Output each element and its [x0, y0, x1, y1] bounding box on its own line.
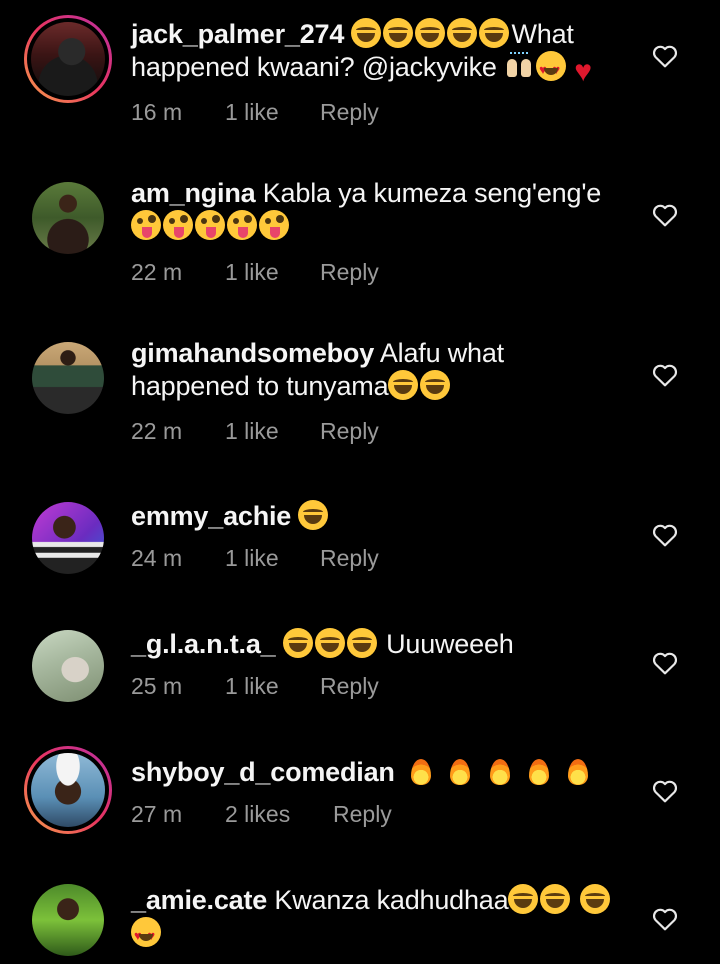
comment-likes[interactable]: 1 like: [225, 545, 320, 572]
comment-username[interactable]: _amie.cate: [131, 885, 267, 915]
comment-username[interactable]: emmy_achie: [131, 501, 291, 531]
heart-eyes-emoji-icon: [131, 917, 161, 952]
reply-button[interactable]: Reply: [320, 673, 379, 700]
zany-face-emoji-icon: [259, 210, 289, 240]
comment-time: 22 m: [131, 259, 183, 285]
laughing-emoji-icon: [447, 18, 478, 48]
laughing-emoji-icon: [388, 370, 419, 400]
reply-button[interactable]: Reply: [320, 418, 379, 445]
avatar-wrapper[interactable]: [24, 494, 112, 582]
avatar: [32, 502, 104, 574]
comment-body: am_ngina Kabla ya kumeza seng'eng'e: [131, 177, 621, 243]
comments-list: jack_palmer_274 What happened kwaani? @j…: [0, 0, 720, 956]
comment-body: shyboy_d_comedian: [131, 756, 621, 789]
comment-likes[interactable]: 2 likes: [225, 801, 333, 828]
avatar: [32, 630, 104, 702]
comment-meta: 22 m 1 like Reply: [131, 418, 379, 445]
avatar: [31, 753, 105, 827]
comment-likes[interactable]: 1 like: [225, 259, 320, 286]
heart-outline-icon[interactable]: [652, 523, 678, 547]
reply-button[interactable]: Reply: [320, 545, 379, 572]
laughing-emoji-icon: [579, 884, 610, 914]
avatar-story-ring[interactable]: [24, 15, 112, 103]
heart-eyes-emoji-icon: [536, 51, 567, 86]
heart-outline-icon[interactable]: [652, 363, 678, 387]
comment-time: 27 m: [131, 801, 183, 827]
fire-emoji-icon: [406, 756, 436, 786]
heart-outline-icon[interactable]: [652, 907, 678, 931]
laughing-emoji-icon: [415, 18, 446, 48]
reply-button[interactable]: Reply: [320, 259, 379, 286]
comment-body: jack_palmer_274 What happened kwaani? @j…: [131, 18, 621, 87]
laughing-emoji-icon: [314, 628, 345, 658]
laughing-emoji-icon: [346, 628, 377, 658]
comment-text: Uuuweeeh: [386, 629, 514, 659]
comment-username[interactable]: shyboy_d_comedian: [131, 757, 395, 787]
comment-username[interactable]: _g.l.a.n.t.a_: [131, 629, 276, 659]
fire-emoji-icon: [445, 756, 475, 786]
comment-username[interactable]: gimahandsomeboy: [131, 338, 374, 368]
comment-time: 24 m: [131, 545, 183, 571]
comment-meta: 24 m 1 like Reply: [131, 545, 379, 572]
avatar-wrapper[interactable]: [24, 876, 112, 964]
laughing-emoji-icon: [479, 18, 510, 48]
comment-time: 22 m: [131, 418, 183, 444]
comment-time: 25 m: [131, 673, 183, 699]
comment-meta: 27 m 2 likes Reply: [131, 801, 392, 828]
laughing-emoji-icon: [420, 370, 451, 400]
comment-meta: 22 m 1 like Reply: [131, 259, 379, 286]
reply-button[interactable]: Reply: [333, 801, 392, 828]
laughing-emoji-icon: [351, 18, 382, 48]
comment-meta: 25 m 1 like Reply: [131, 673, 379, 700]
comment-username[interactable]: am_ngina: [131, 178, 256, 208]
zany-face-emoji-icon: [163, 210, 193, 240]
heart-outline-icon[interactable]: [652, 44, 678, 68]
avatar-wrapper[interactable]: [24, 334, 112, 422]
heart-outline-icon[interactable]: [652, 203, 678, 227]
avatar-story-ring[interactable]: [24, 746, 112, 834]
comment-likes[interactable]: 1 like: [225, 418, 320, 445]
mention-link[interactable]: @jackyvike: [362, 52, 497, 82]
comment-text: Kabla ya kumeza seng'eng'e: [262, 178, 602, 208]
comment-meta: 16 m 1 like Reply: [131, 99, 379, 126]
comment-text: Kwanza kadhudhaa: [274, 885, 509, 915]
comment-body: _g.l.a.n.t.a_ Uuuweeeh: [131, 628, 621, 661]
zany-face-emoji-icon: [227, 210, 257, 240]
avatar: [32, 342, 104, 414]
comment-likes[interactable]: 1 like: [225, 99, 320, 126]
comment-likes[interactable]: 1 like: [225, 673, 320, 700]
laughing-emoji-icon: [508, 884, 539, 914]
laughing-emoji-icon: [540, 884, 571, 914]
avatar-wrapper[interactable]: [24, 174, 112, 262]
heart-outline-icon[interactable]: [652, 779, 678, 803]
zany-face-emoji-icon: [195, 210, 225, 240]
avatar: [31, 22, 105, 96]
comment-body: emmy_achie: [131, 500, 621, 533]
comment-body: gimahandsomeboy Alafu what happened to t…: [131, 337, 621, 403]
comment-body: _amie.cate Kwanza kadhudhaa: [131, 884, 621, 952]
laughing-emoji-icon: [282, 628, 313, 658]
red-heart-emoji-icon: [568, 57, 598, 87]
zany-face-emoji-icon: [131, 210, 161, 240]
heart-outline-icon[interactable]: [652, 651, 678, 675]
fire-emoji-icon: [524, 756, 554, 786]
comment-time: 16 m: [131, 99, 183, 125]
fire-emoji-icon: [485, 756, 515, 786]
laughing-emoji-icon: [383, 18, 414, 48]
laughing-emoji-icon: [298, 500, 329, 530]
fire-emoji-icon: [563, 756, 593, 786]
avatar-wrapper[interactable]: [24, 622, 112, 710]
comment-username[interactable]: jack_palmer_274: [131, 19, 344, 49]
avatar: [32, 884, 104, 956]
reply-button[interactable]: Reply: [320, 99, 379, 126]
raised-hands-emoji-icon: [504, 51, 534, 81]
avatar: [32, 182, 104, 254]
